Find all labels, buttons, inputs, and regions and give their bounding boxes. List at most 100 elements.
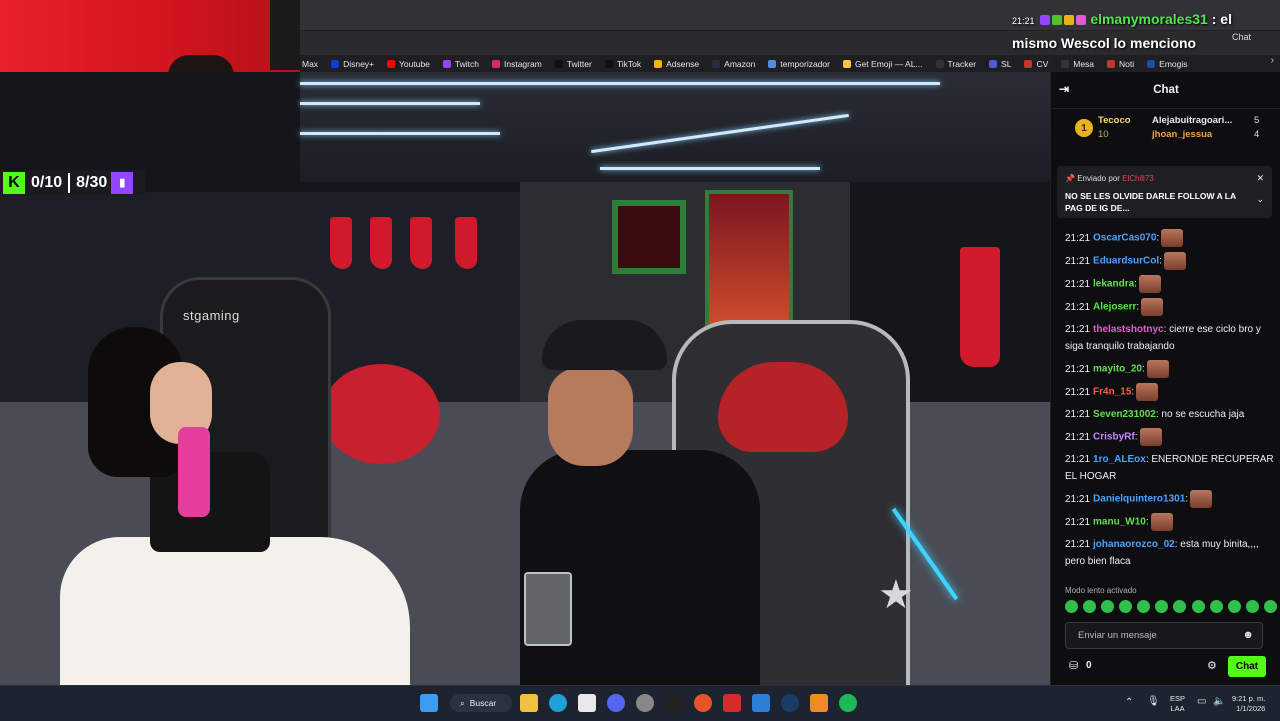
bookmark-7[interactable]: Adsense [654,59,699,69]
app-icon[interactable] [810,694,828,712]
app-icon[interactable] [636,694,654,712]
stream-video[interactable]: stgaming ★ [0,72,1050,685]
points-icon[interactable]: ⛁ [1069,659,1078,672]
windows-start-icon[interactable] [420,694,438,712]
emote-icon[interactable] [1245,600,1259,613]
emote-icon[interactable] [1065,600,1078,613]
bookmark-6[interactable]: TikTok [604,59,641,69]
clock-time: 9:21 p. m. [1232,694,1266,703]
message-username[interactable]: Seven231002 [1093,409,1156,420]
microphone-icon[interactable]: 🎙 [1147,697,1160,707]
chat-title: Chat [1153,84,1179,96]
emote-icon [1141,298,1164,316]
message-username[interactable]: OscarCas070 [1093,233,1156,244]
chat-message: 21:21 EduardsurCol: [1065,252,1277,270]
gear-icon[interactable]: ⚙ [1207,659,1217,672]
bookmark-1[interactable]: Disney+ [331,59,374,69]
message-username[interactable]: Fr4n_15 [1093,387,1131,398]
wall-frame [612,200,686,274]
spotify-icon[interactable] [839,694,857,712]
counter-second: 8/30 [76,173,108,191]
message-username[interactable]: lekandra [1093,279,1134,290]
edge-browser-icon[interactable] [549,694,567,712]
collapse-chat-icon[interactable]: ⇥ [1059,82,1069,96]
unpin-icon[interactable]: ✕ [1256,173,1264,184]
app-icon[interactable] [694,694,712,712]
taskbar-search[interactable]: ⌕ Buscar [450,694,512,712]
chevron-up-icon[interactable]: ⌃ [1125,698,1133,708]
bookmark-icon [768,59,777,68]
message-time: 21:21 [1065,516,1091,528]
message-time: 21:21 [1065,255,1091,267]
message-username[interactable]: EduardsurCol [1093,256,1159,267]
slow-mode-notice: Modo lento activado [1065,586,1137,595]
bookmark-12[interactable]: SL [989,59,1011,69]
bookmark-label: Instagram [504,58,542,69]
emoji-picker-icon[interactable]: ☻ [1242,629,1254,641]
counter-first: 0/10 [31,173,63,191]
leader-first-name[interactable]: Tecoco [1098,115,1131,126]
message-username[interactable]: Alejoserr [1093,302,1136,313]
network-icon[interactable]: ▭ [1197,697,1206,707]
message-username[interactable]: CrisbyRf [1093,432,1135,443]
bookmark-8[interactable]: Amazon [712,59,755,69]
epic-games-icon[interactable] [665,694,683,712]
emote-icon[interactable] [1173,600,1187,613]
bookmark-13[interactable]: CV [1024,59,1048,69]
emote-icon[interactable] [1119,600,1133,613]
chevron-down-icon[interactable]: ⌄ [1256,194,1264,205]
send-chat-button[interactable]: Chat [1228,656,1266,677]
christmas-stocking [960,247,1000,367]
emote-icon[interactable] [1137,600,1151,613]
emote-icon[interactable] [1263,600,1277,613]
app-icon[interactable] [752,694,770,712]
message-username[interactable]: johanaorozco_02 [1093,539,1175,550]
christmas-stocking [330,217,352,269]
emote-icon[interactable] [1227,600,1241,613]
bookmark-14[interactable]: Mesa [1061,59,1094,69]
emote-icon[interactable] [1209,600,1223,613]
message-username[interactable]: 1ro_ALEox [1093,454,1146,465]
message-text: : [1145,516,1149,528]
bookmark-icon [554,59,563,68]
chat-message-input[interactable]: Enviar un mensaje ☻ [1065,622,1263,649]
discord-icon[interactable] [607,694,625,712]
clock[interactable]: 9:21 p. m. 1/1/2026 [1232,694,1265,714]
bookmark-16[interactable]: Emogis [1147,59,1188,69]
emote-icon[interactable] [1191,600,1205,613]
leader-third-name[interactable]: jhoan_jessua [1152,129,1212,140]
file-explorer-icon[interactable] [520,694,538,712]
app-icon[interactable] [723,694,741,712]
message-username[interactable]: Danielquintero1301 [1093,494,1185,505]
bookmark-15[interactable]: Noti [1107,59,1134,69]
chat-message: 21:21 manu_W10: [1065,513,1277,531]
pinned-message[interactable]: 📌 Enviado por ElChill73 ✕ NO SE LES OLVI… [1057,166,1272,218]
bookmark-icon [604,59,613,68]
message-username[interactable]: thelastshotnyc [1093,324,1164,335]
leader-second-name[interactable]: Alejabuitragoari... [1152,115,1232,126]
neon-light [300,82,940,85]
volume-icon[interactable]: 🔈 [1213,697,1225,707]
leader-second-value: 5 [1254,115,1260,126]
bookmark-4[interactable]: Instagram [492,59,542,69]
bookmark-3[interactable]: Twitch [442,59,479,69]
store-icon[interactable] [578,694,596,712]
steam-icon[interactable] [781,694,799,712]
emote-icon[interactable] [1083,600,1097,613]
chat-message: 21:21 CrisbyRf: [1065,428,1277,446]
chat-shortcut[interactable]: Chat [1232,32,1251,42]
message-username[interactable]: manu_W10 [1093,517,1146,528]
language-indicator[interactable]: ESP LAA [1170,694,1185,714]
bookmark-icon [1147,59,1156,68]
bookmark-2[interactable]: Youtube [387,59,430,69]
bookmark-9[interactable]: temporizador [768,59,830,69]
bookmark-11[interactable]: Tracker [935,58,977,69]
bookmark-icon [387,59,396,68]
chat-shortcut-label: Chat [1232,32,1252,42]
emote-icon[interactable] [1101,600,1115,613]
emote-icon[interactable] [1155,600,1169,613]
message-username[interactable]: mayito_20 [1093,364,1142,375]
bookmark-10[interactable]: Get Emoji — AL... [842,59,923,69]
bookmark-label: Tracker [947,58,977,69]
bookmark-5[interactable]: Twitter [554,59,592,69]
